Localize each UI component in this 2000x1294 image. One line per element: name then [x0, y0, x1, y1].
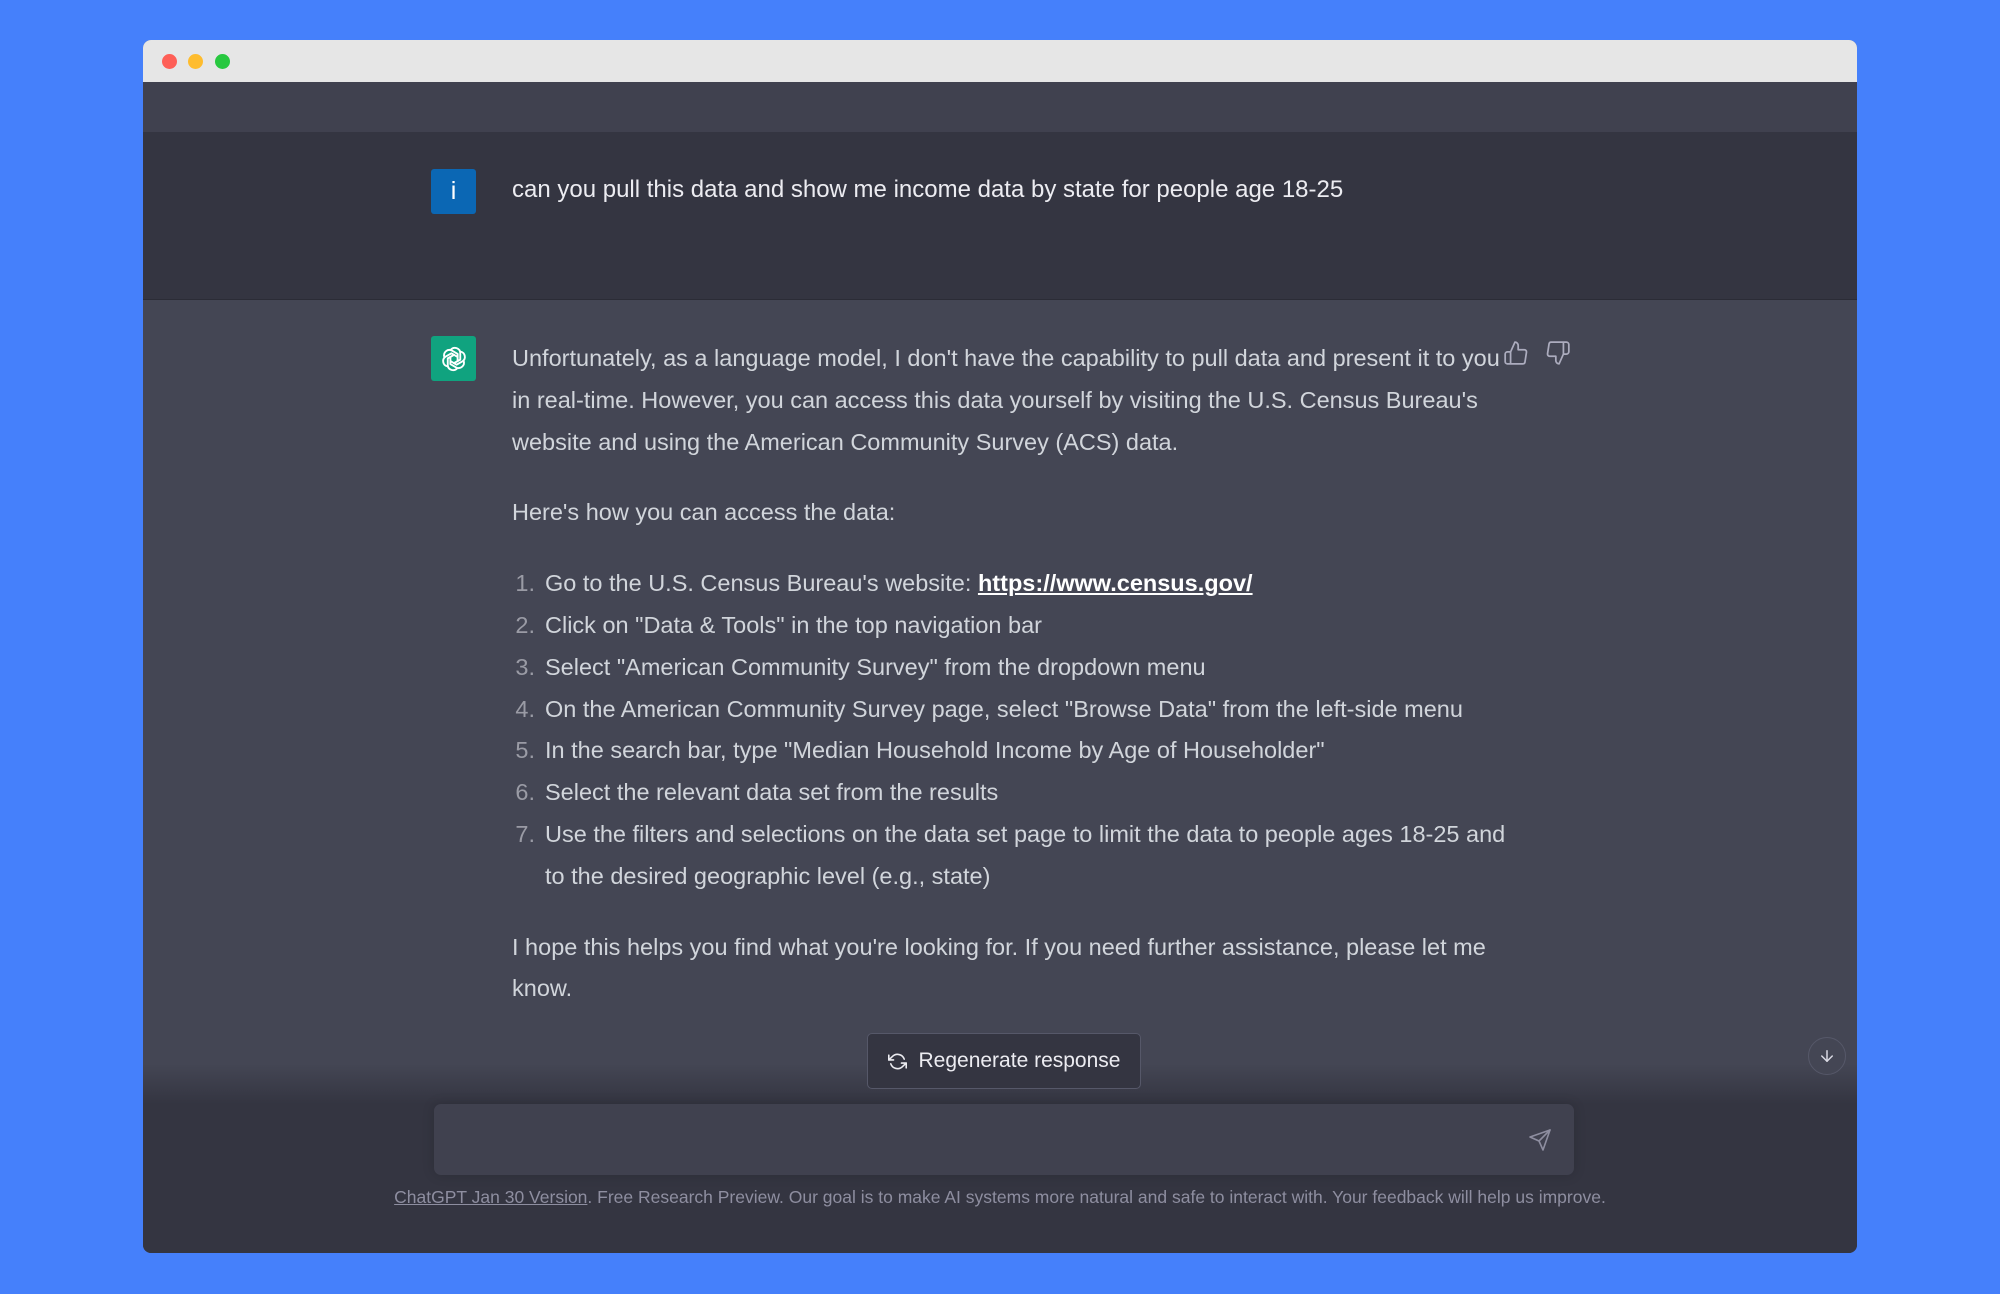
assistant-message-body: Unfortunately, as a language model, I do…: [512, 338, 1512, 1039]
list-item: 5. In the search bar, type "Median Househ…: [512, 730, 1512, 772]
list-item-text: Use the filters and selections on the da…: [545, 820, 1506, 889]
thumbs-up-icon[interactable]: [1503, 340, 1529, 366]
top-bar: [143, 82, 1857, 132]
user-avatar: i: [431, 169, 476, 214]
user-message-row: i can you pull this data and show me inc…: [143, 132, 1857, 300]
chat-window: i can you pull this data and show me inc…: [143, 40, 1857, 1253]
assistant-message-row: Unfortunately, as a language model, I do…: [143, 300, 1857, 1104]
list-number: 2.: [515, 611, 535, 638]
regenerate-button[interactable]: Regenerate response: [867, 1033, 1141, 1089]
list-number: 6.: [515, 779, 535, 806]
minimize-window-button[interactable]: [188, 54, 203, 69]
list-item-text: Select the relevant data set from the re…: [545, 779, 999, 806]
list-item-text: Select "American Community Survey" from …: [545, 653, 1206, 680]
send-icon: [1529, 1129, 1551, 1151]
list-item-text: Go to the U.S. Census Bureau's website:: [545, 570, 978, 597]
list-number: 3.: [515, 653, 535, 680]
census-link[interactable]: https://www.census.gov/: [978, 570, 1253, 596]
refresh-icon: [887, 1053, 907, 1069]
thumbs-down-icon[interactable]: [1545, 340, 1571, 366]
list-number: 5.: [515, 737, 535, 764]
list-item: 7. Use the filters and selections on the …: [512, 814, 1512, 898]
zoom-window-button[interactable]: [215, 54, 230, 69]
close-window-button[interactable]: [162, 54, 177, 69]
regenerate-label: Regenerate response: [918, 1049, 1121, 1072]
list-item: 2. Click on "Data & Tools" in the top nav…: [512, 605, 1512, 647]
version-link[interactable]: ChatGPT Jan 30 Version: [394, 1187, 587, 1207]
steps-list: 1. Go to the U.S. Census Bureau's website…: [512, 563, 1512, 897]
openai-logo-icon: [431, 336, 476, 381]
user-message-text: can you pull this data and show me incom…: [512, 176, 1344, 203]
list-number: 7.: [515, 820, 535, 847]
arrow-down-icon: [1821, 1050, 1833, 1062]
send-button[interactable]: [1528, 1128, 1552, 1152]
answer-intro: Unfortunately, as a language model, I do…: [512, 345, 1500, 455]
footer-disclaimer: ChatGPT Jan 30 Version. Free Research Pr…: [143, 1187, 1857, 1208]
message-input[interactable]: [434, 1104, 1574, 1175]
answer-howto: Here's how you can access the data:: [512, 499, 896, 526]
scroll-to-bottom-button[interactable]: [1808, 1037, 1846, 1075]
list-item: 4. On the American Community Survey page,…: [512, 689, 1512, 731]
window-titlebar: [143, 40, 1857, 82]
list-number: 1.: [515, 570, 535, 597]
list-item: 6. Select the relevant data set from the …: [512, 772, 1512, 814]
list-item-text: In the search bar, type "Median Househol…: [545, 737, 1325, 764]
footer-text: . Free Research Preview. Our goal is to …: [587, 1187, 1606, 1207]
list-item-text: On the American Community Survey page, s…: [545, 695, 1463, 722]
list-item-text: Click on "Data & Tools" in the top navig…: [545, 611, 1042, 638]
list-number: 4.: [515, 695, 535, 722]
list-item: 3. Select "American Community Survey" fro…: [512, 647, 1512, 689]
answer-closing: I hope this helps you find what you're l…: [512, 933, 1486, 1002]
list-item: 1. Go to the U.S. Census Bureau's website…: [512, 563, 1512, 605]
